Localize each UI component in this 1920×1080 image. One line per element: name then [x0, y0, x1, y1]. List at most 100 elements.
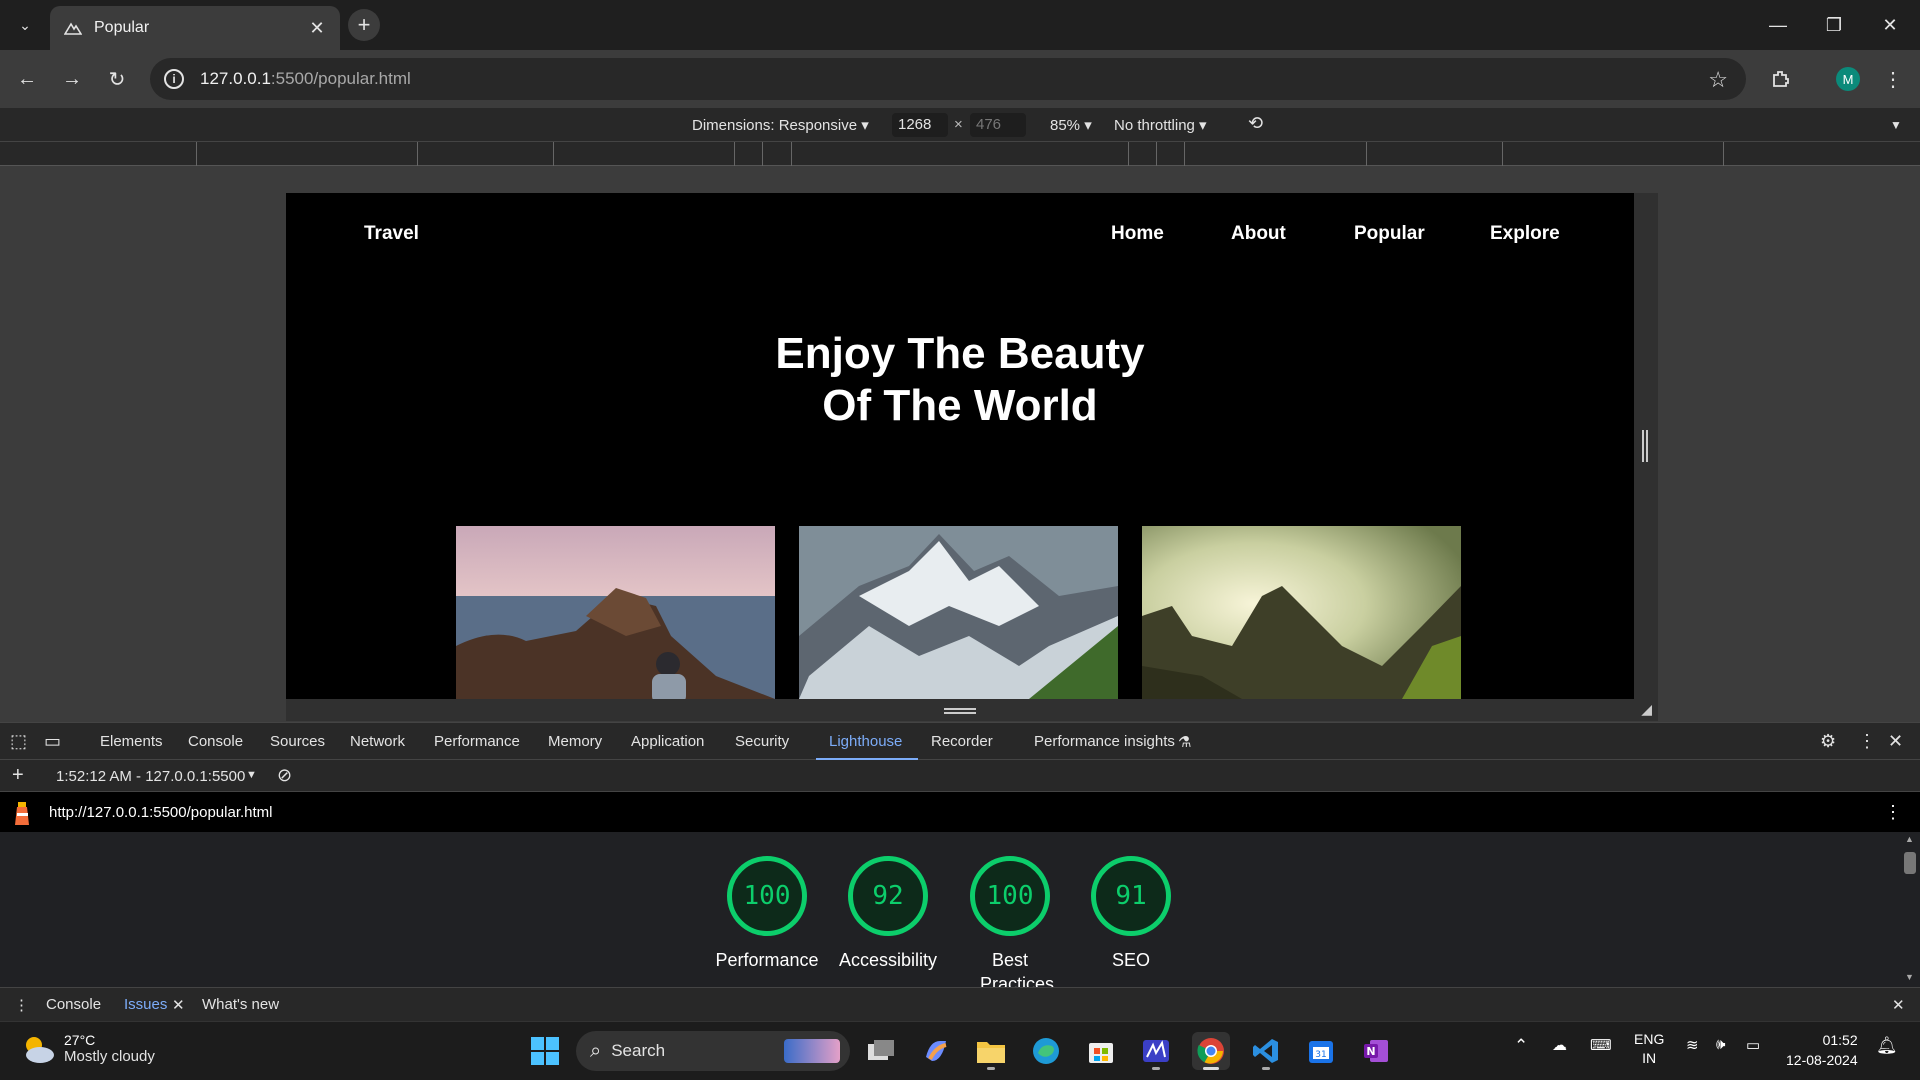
back-arrow-icon[interactable]: ← [10, 62, 44, 96]
width-input[interactable]: 1268 [892, 113, 948, 137]
nav-home[interactable]: Home [1111, 223, 1164, 245]
start-windows-icon[interactable] [526, 1032, 564, 1070]
height-input[interactable]: 476 [970, 113, 1026, 137]
viewport-resize-handle-bottom[interactable]: ◢ [286, 699, 1658, 721]
tab-elements[interactable]: Elements [100, 733, 163, 750]
seo-gauge[interactable]: 91 SEO [1071, 856, 1191, 972]
close-devtools-icon[interactable]: ✕ [1888, 731, 1903, 752]
mountain-photo-card[interactable] [799, 526, 1118, 699]
system-clock[interactable]: 01:52 12-08-2024 [1786, 1030, 1858, 1070]
device-toggle-icon[interactable]: ▭ [44, 731, 61, 752]
browser-menu-icon[interactable]: ⋮ [1876, 62, 1910, 96]
drawer-menu-icon[interactable]: ⋮ [14, 996, 29, 1014]
nav-about[interactable]: About [1231, 223, 1286, 245]
drawer-tab-console[interactable]: Console [46, 996, 101, 1013]
keyboard-icon[interactable]: ⌨ [1590, 1036, 1612, 1054]
dimensions-select[interactable]: Dimensions: Responsive ▾ [692, 116, 869, 134]
report-selector-chevron-icon[interactable]: ▼ [246, 769, 257, 781]
devtools-menu-icon[interactable]: ⋮ [1858, 731, 1876, 752]
browser-tab[interactable]: Popular ✕ [50, 6, 340, 50]
tab-search-chevron-icon[interactable]: ⌄ [12, 12, 38, 38]
tab-console[interactable]: Console [188, 733, 243, 750]
battery-icon[interactable]: ▭ [1746, 1036, 1760, 1054]
file-explorer-icon[interactable] [972, 1032, 1010, 1070]
tab-security[interactable]: Security [735, 733, 789, 750]
forward-arrow-icon[interactable]: → [55, 62, 89, 96]
coast-photo-card[interactable] [456, 526, 775, 699]
notifications-bell-icon[interactable]: 🔔︎ [1876, 1036, 1898, 1056]
browser-tab-bar: ⌄ Popular ✕ + — ❐ ✕ [0, 0, 1920, 50]
language-indicator[interactable]: ENG IN [1634, 1030, 1664, 1068]
hero-line-2: Of The World [822, 381, 1098, 430]
onenote-icon[interactable]: N [1357, 1032, 1395, 1070]
new-report-plus-icon[interactable]: + [12, 764, 24, 787]
bookmark-star-icon[interactable]: ☆ [1708, 67, 1728, 93]
volume-icon[interactable]: 🕪 [1716, 1036, 1725, 1053]
weather-widget[interactable]: 27°C Mostly cloudy [20, 1032, 155, 1065]
profile-avatar[interactable]: M [1836, 67, 1860, 91]
microsoft-store-icon[interactable] [1082, 1032, 1120, 1070]
extensions-puzzle-icon[interactable] [1764, 62, 1798, 96]
onedrive-cloud-icon[interactable]: ☁ [1552, 1036, 1567, 1054]
edge-browser-icon[interactable] [1027, 1032, 1065, 1070]
calendar-app-icon[interactable]: 31 [1302, 1032, 1340, 1070]
tab-title: Popular [94, 19, 150, 36]
svg-text:31: 31 [1315, 1050, 1326, 1060]
report-menu-icon[interactable]: ⋮ [1884, 802, 1902, 823]
throttling-select[interactable]: No throttling ▾ [1114, 116, 1207, 134]
vscode-icon[interactable] [1247, 1032, 1285, 1070]
device-options-chevron-icon[interactable]: ▼ [1890, 118, 1902, 132]
close-issues-icon[interactable]: ✕ [172, 996, 185, 1014]
tab-performance-insights[interactable]: Performance insights [1034, 733, 1175, 750]
best-practices-gauge[interactable]: 100 Best Practices [950, 856, 1070, 987]
lighthouse-toolbar: + 1:52:12 AM - 127.0.0.1:5500 ▼ ⊘ [0, 760, 1920, 792]
site-brand[interactable]: Travel [364, 223, 419, 245]
times-icon: × [954, 116, 963, 133]
report-scrollbar[interactable]: ▲ ▼ [1900, 832, 1920, 987]
accessibility-gauge[interactable]: 92 Accessibility [828, 856, 948, 972]
tab-memory[interactable]: Memory [548, 733, 602, 750]
tab-performance[interactable]: Performance [434, 733, 520, 750]
new-tab-button[interactable]: + [348, 9, 380, 41]
settings-gear-icon[interactable]: ⚙ [1820, 731, 1836, 752]
whiteboard-app-icon[interactable] [1137, 1032, 1175, 1070]
zoom-select[interactable]: 85% ▾ [1050, 116, 1092, 134]
corner-resize-icon[interactable]: ◢ [1641, 701, 1652, 718]
drawer-tab-issues[interactable]: Issues [124, 996, 167, 1013]
close-tab-icon[interactable]: ✕ [306, 18, 328, 39]
site-info-icon[interactable]: i [164, 69, 184, 89]
valley-photo-card[interactable] [1142, 526, 1461, 699]
inspect-element-icon[interactable]: ⬚ [10, 731, 27, 752]
performance-gauge[interactable]: 100 Performance [707, 856, 827, 972]
lighthouse-report: 100 Performance 92 Accessibility 100 Bes… [0, 832, 1900, 987]
tab-sources[interactable]: Sources [270, 733, 325, 750]
drawer-tab-whats-new[interactable]: What's new [202, 996, 279, 1013]
tab-recorder[interactable]: Recorder [931, 733, 993, 750]
taskbar-search[interactable]: ⌕ Search [576, 1031, 850, 1071]
minimize-icon[interactable]: — [1750, 0, 1806, 50]
temperature: 27°C [64, 1032, 96, 1048]
tab-application[interactable]: Application [631, 733, 704, 750]
task-view-icon[interactable] [862, 1032, 900, 1070]
rotate-icon[interactable]: ⟲ [1248, 113, 1263, 134]
reload-icon[interactable]: ↻ [100, 62, 134, 96]
show-hidden-icons-chevron-icon[interactable]: ⌃ [1514, 1036, 1528, 1056]
tab-lighthouse[interactable]: Lighthouse [829, 733, 902, 750]
address-bar[interactable]: i 127.0.0.1:5500/popular.html ☆ [150, 58, 1746, 100]
viewport-resize-handle-right[interactable] [1634, 193, 1658, 699]
close-drawer-icon[interactable]: ✕ [1892, 996, 1905, 1014]
nav-popular[interactable]: Popular [1354, 223, 1425, 245]
region-code: IN [1642, 1050, 1657, 1066]
tab-network[interactable]: Network [350, 733, 405, 750]
copilot-icon[interactable] [917, 1032, 955, 1070]
report-selector[interactable]: 1:52:12 AM - 127.0.0.1:5500 [56, 768, 245, 785]
nav-explore[interactable]: Explore [1490, 223, 1560, 245]
chrome-browser-icon[interactable] [1192, 1032, 1230, 1070]
wifi-icon[interactable]: ≋ [1686, 1036, 1699, 1054]
clear-reports-icon[interactable]: ⊘ [277, 765, 292, 786]
performance-score: 100 [743, 881, 791, 911]
svg-text:N: N [1366, 1045, 1375, 1058]
restore-icon[interactable]: ❐ [1806, 0, 1862, 50]
report-url[interactable]: http://127.0.0.1:5500/popular.html [49, 804, 273, 821]
close-window-icon[interactable]: ✕ [1862, 0, 1918, 50]
